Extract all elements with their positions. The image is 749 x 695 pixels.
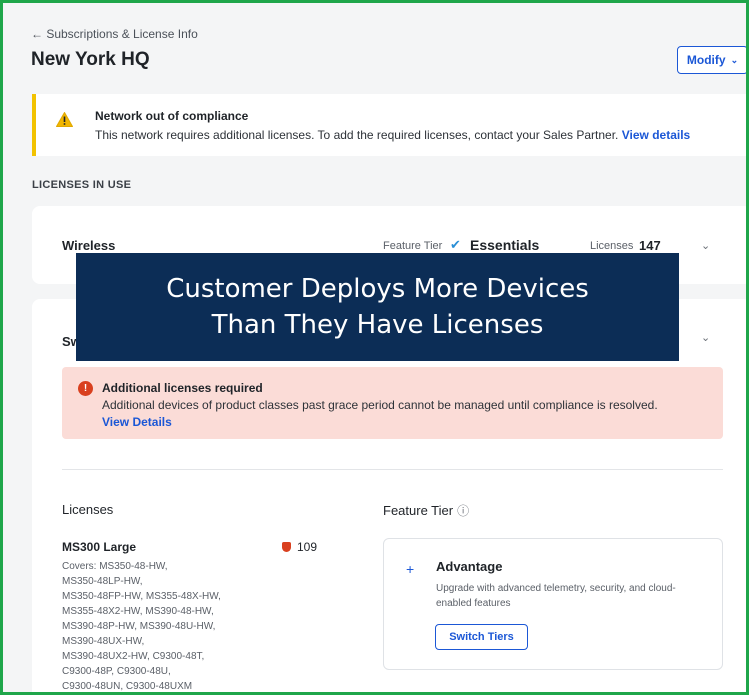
feature-tier-heading-text: Feature Tier [383, 503, 454, 518]
chevron-down-icon[interactable]: ⌄ [701, 331, 710, 344]
license-model-name: MS300 Large [62, 540, 137, 554]
covers-line: MS390-48UX2-HW, C9300-48T, [62, 651, 205, 662]
covers-line: MS350-48FP-HW, MS355-48X-HW, [62, 591, 221, 602]
caption-overlay: Customer Deploys More Devices Than They … [76, 253, 679, 361]
license-model-count-value: 109 [297, 540, 318, 554]
back-to-subscriptions-link[interactable]: ← Subscriptions & License Info [31, 27, 198, 41]
covers-line: MS350-48LP-HW, [62, 576, 143, 587]
modify-button[interactable]: Modify ⌄ [677, 46, 746, 74]
screenshot-frame: ← Subscriptions & License Info New York … [0, 0, 749, 695]
covers-line: MS390-48P-HW, MS390-48U-HW, [62, 621, 216, 632]
error-shield-icon [282, 542, 291, 552]
error-banner-body: Additional devices of product classes pa… [102, 398, 658, 412]
covers-line: MS355-48X2-HW, MS390-48-HW, [62, 606, 214, 617]
advantage-tier-option: + Advantage Upgrade with advanced teleme… [383, 538, 723, 670]
warning-triangle-icon [56, 112, 73, 127]
advantage-tier-description: Upgrade with advanced telemetry, securit… [436, 583, 676, 609]
view-details-link[interactable]: View Details [102, 415, 172, 429]
wireless-tier-value: Essentials [470, 237, 540, 253]
info-icon[interactable]: ⓘ [457, 504, 469, 518]
plus-icon: + [406, 561, 415, 577]
caption-line-1: Customer Deploys More Devices [166, 274, 589, 304]
feature-tier-column-heading: Feature Tier ⓘ [383, 502, 469, 519]
wireless-title: Wireless [62, 238, 116, 253]
chevron-down-icon: ⌄ [730, 54, 739, 65]
divider [62, 469, 723, 470]
chevron-down-icon[interactable]: ⌄ [701, 239, 710, 252]
license-model-covers: Covers: MS350-48-HW, MS350-48LP-HW, MS35… [62, 559, 272, 692]
modify-button-label: Modify [686, 53, 726, 67]
caption-line-2: Than They Have Licenses [211, 310, 544, 340]
licenses-column-heading: Licenses [62, 502, 114, 517]
error-shield-icon: ! [78, 381, 93, 396]
compliance-warning-title: Network out of compliance [95, 109, 249, 123]
wireless-feature-tier-label: Feature Tier [383, 240, 443, 252]
page-title: New York HQ [31, 49, 150, 70]
wireless-licenses-count: 147 [639, 238, 661, 253]
compliance-warning-body: This network requires additional license… [95, 128, 690, 142]
error-banner-title: Additional licenses required [102, 381, 263, 395]
covers-line: C9300-48P, C9300-48U, [62, 666, 171, 677]
covers-line: MS390-48UX-HW, [62, 636, 145, 647]
compliance-warning-text: This network requires additional license… [95, 128, 619, 142]
covers-line: Covers: MS350-48-HW, [62, 561, 168, 572]
licenses-in-use-heading: LICENSES IN USE [32, 179, 132, 191]
covers-line: C9300-48UN, C9300-48UXM [62, 681, 193, 692]
check-icon: ✔ [450, 237, 461, 252]
view-details-link[interactable]: View details [622, 128, 690, 142]
compliance-warning-banner: Network out of compliance This network r… [32, 94, 746, 156]
advantage-tier-title: Advantage [436, 559, 503, 574]
switch-tiers-button[interactable]: Switch Tiers [435, 624, 528, 650]
additional-licenses-error-banner: ! Additional licenses required Additiona… [62, 367, 723, 439]
wireless-licenses-label: Licenses [590, 240, 634, 252]
license-model-count: 109 [282, 540, 317, 554]
